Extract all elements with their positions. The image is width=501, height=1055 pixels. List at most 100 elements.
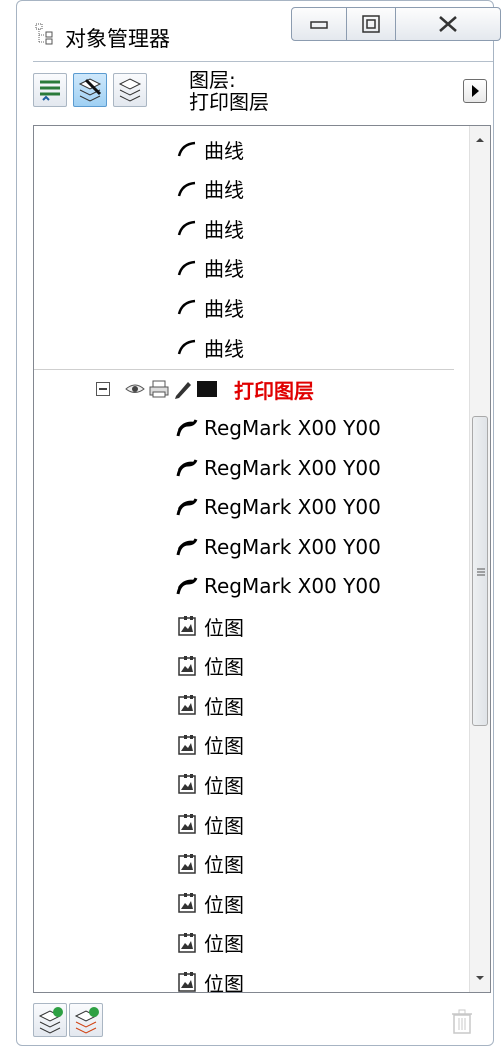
curve-row-label: 曲线: [204, 178, 244, 203]
regmark-group-icon: [176, 498, 198, 516]
bitmap-row[interactable]: 位图: [176, 686, 244, 724]
minimize-icon: [310, 21, 328, 29]
curve-icon: [177, 300, 196, 315]
layer-label-name: 打印图层: [189, 90, 269, 114]
regmark-row[interactable]: RegMark X00 Y00: [176, 567, 381, 605]
edit-across-layers-button[interactable]: [73, 73, 107, 107]
regmark-row-label: RegMark X00 Y00: [204, 534, 381, 559]
curve-row[interactable]: 曲线: [176, 288, 244, 326]
bottom-toolbar: [17, 997, 493, 1045]
curve-row-label: 曲线: [204, 138, 244, 163]
bitmap-icon: [178, 734, 196, 755]
bitmap-row-label: 位图: [204, 734, 244, 759]
vertical-scrollbar[interactable]: [469, 126, 490, 992]
layer-menu-button[interactable]: [463, 79, 487, 103]
object-tree-icon: [35, 23, 53, 45]
bitmap-row[interactable]: 位图: [176, 845, 244, 883]
bitmap-row-label: 位图: [204, 971, 244, 993]
curve-row[interactable]: 曲线: [176, 328, 244, 366]
bitmap-row-label: 位图: [204, 813, 244, 838]
bitmap-icon: [178, 893, 196, 913]
curve-row-label: 曲线: [204, 257, 244, 282]
bitmap-row[interactable]: 位图: [176, 884, 244, 922]
object-tree[interactable]: 曲线 曲线 曲线 曲线 曲线 曲线 打印图层 RegMark X00 Y00 R…: [33, 125, 491, 993]
layer-stack-icon: [118, 78, 142, 102]
bitmap-row-label: 位图: [204, 615, 244, 640]
layer-color-swatch[interactable]: [196, 378, 218, 400]
bitmap-row-label: 位图: [204, 853, 244, 878]
bitmap-row[interactable]: 位图: [176, 963, 244, 993]
title-bar: 对象管理器: [17, 1, 501, 65]
bitmap-row[interactable]: 位图: [176, 647, 244, 685]
regmark-group-icon: [176, 458, 198, 476]
window-title: 对象管理器: [65, 27, 170, 51]
curve-row[interactable]: 曲线: [176, 170, 244, 208]
curve-row[interactable]: 曲线: [176, 130, 244, 168]
curve-row-label: 曲线: [204, 336, 244, 361]
edit-layers-icon: [78, 78, 102, 102]
regmark-group-icon: [176, 538, 198, 556]
curve-icon: [177, 260, 196, 276]
pencil-icon[interactable]: [172, 378, 194, 400]
new-layer-icon: [38, 1007, 63, 1034]
toolbar: 图层: 打印图层: [17, 65, 493, 125]
regmark-row[interactable]: RegMark X00 Y00: [176, 488, 381, 526]
regmark-row-label: RegMark X00 Y00: [204, 455, 381, 480]
regmark-row-label: RegMark X00 Y00: [204, 574, 381, 599]
trash-icon[interactable]: [451, 1009, 473, 1035]
layers-list-icon: [40, 80, 60, 101]
window-controls: [291, 7, 501, 43]
new-master-layer-button[interactable]: [69, 1003, 103, 1037]
new-layer-button[interactable]: [33, 1003, 67, 1037]
collapse-icon[interactable]: [96, 382, 110, 396]
regmark-row[interactable]: RegMark X00 Y00: [176, 528, 381, 566]
bitmap-row-label: 位图: [204, 773, 244, 798]
object-manager-panel: 对象管理器 图层: 打印图层 曲线 曲线 曲线 曲线 曲线 曲线 打印图层 Re…: [16, 0, 501, 1046]
layer-name-label: 打印图层: [234, 378, 314, 403]
curve-row[interactable]: 曲线: [176, 209, 244, 247]
triangle-right-icon: [472, 85, 479, 97]
bitmap-row[interactable]: 位图: [176, 765, 244, 803]
new-master-layer-icon: [74, 1007, 99, 1034]
current-layer-label: 图层: 打印图层: [189, 69, 269, 113]
bitmap-row-label: 位图: [204, 694, 244, 719]
restore-button[interactable]: [346, 7, 396, 41]
grip-icon: [477, 568, 485, 576]
bitmap-row-label: 位图: [204, 932, 244, 957]
bitmap-row-label: 位图: [204, 655, 244, 680]
bitmap-row[interactable]: 位图: [176, 607, 244, 645]
printer-icon[interactable]: [148, 378, 170, 400]
scroll-down-arrow-icon[interactable]: [470, 968, 490, 988]
regmark-row-label: RegMark X00 Y00: [204, 495, 381, 520]
bitmap-icon: [178, 695, 196, 715]
curve-icon: [177, 181, 196, 196]
regmark-group-icon: [176, 577, 198, 595]
bitmap-icon: [178, 853, 196, 874]
bitmap-icon: [178, 972, 196, 992]
regmark-row-label: RegMark X00 Y00: [204, 416, 381, 440]
bitmap-icon: [178, 655, 196, 676]
bitmap-icon: [178, 932, 196, 953]
restore-icon: [362, 15, 380, 33]
layer-manager-view-button[interactable]: [113, 73, 147, 107]
scroll-up-arrow-icon[interactable]: [470, 130, 490, 150]
close-icon: [439, 16, 457, 32]
curve-row[interactable]: 曲线: [176, 249, 244, 287]
scrollbar-thumb[interactable]: [472, 416, 488, 726]
bitmap-row-label: 位图: [204, 892, 244, 917]
minimize-button[interactable]: [291, 7, 347, 41]
bitmap-row[interactable]: 位图: [176, 924, 244, 962]
curve-row-label: 曲线: [204, 296, 244, 321]
layer-label-title: 图层:: [189, 68, 236, 92]
eye-icon[interactable]: [124, 378, 146, 400]
bitmap-row[interactable]: 位图: [176, 805, 244, 843]
bitmap-row[interactable]: 位图: [176, 726, 244, 764]
curve-icon: [177, 339, 196, 355]
regmark-row[interactable]: RegMark X00 Y00: [176, 449, 381, 487]
layer-row-print[interactable]: 打印图层: [96, 370, 314, 408]
bitmap-icon: [178, 814, 196, 834]
regmark-group-icon: [176, 419, 198, 437]
close-button[interactable]: [395, 7, 501, 41]
show-object-properties-button[interactable]: [33, 73, 67, 107]
regmark-row[interactable]: RegMark X00 Y00: [176, 409, 381, 447]
